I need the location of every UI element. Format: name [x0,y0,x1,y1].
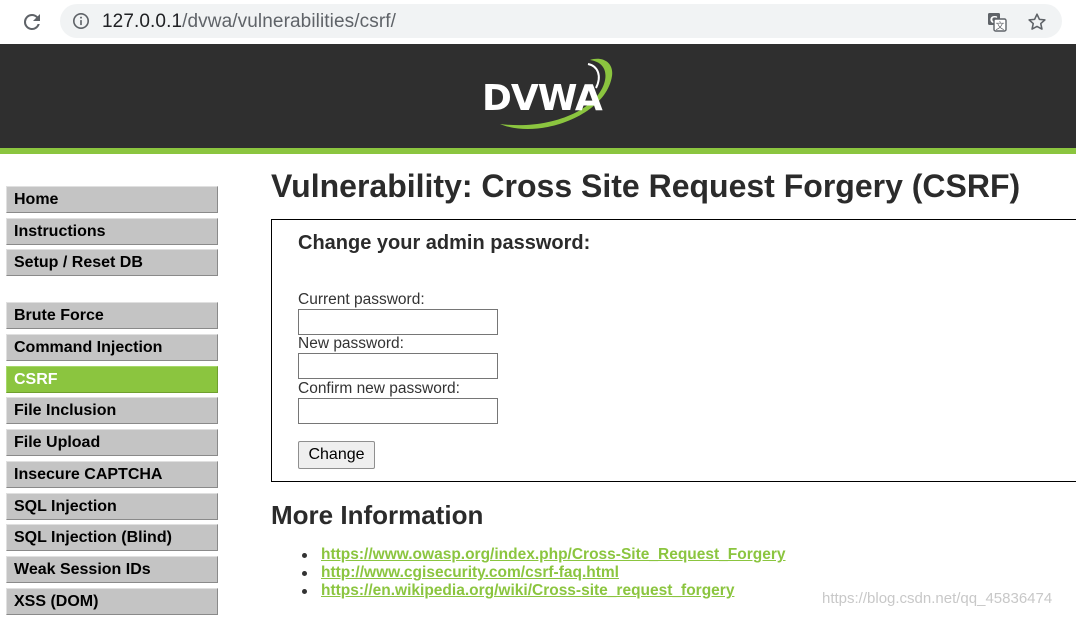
url-text[interactable]: 127.0.0.1/dvwa/vulnerabilities/csrf/ [102,11,396,33]
sidebar-item-instructions[interactable]: Instructions [6,218,218,245]
header-accent-bar [0,148,1076,154]
translate-icon[interactable]: G 文 [986,11,1008,33]
sidebar-item-sql-injection[interactable]: SQL Injection [6,493,218,520]
sidebar-item-file-inclusion[interactable]: File Inclusion [6,397,218,424]
new-password-input[interactable] [298,353,498,379]
current-password-label: Current password: [298,291,425,308]
confirm-password-label: Confirm new password: [298,380,460,397]
form-heading: Change your admin password: [298,232,591,254]
sidebar-item-brute-force[interactable]: Brute Force [6,302,218,329]
address-bar[interactable]: 127.0.0.1/dvwa/vulnerabilities/csrf/ G 文 [60,4,1062,38]
wikipedia-csrf-link[interactable]: https://en.wikipedia.org/wiki/Cross-site… [321,582,734,600]
current-password-input[interactable] [298,309,498,335]
sidebar-item-command-injection[interactable]: Command Injection [6,334,218,361]
bullet-icon [302,589,307,594]
sidebar-item-setup-reset-db[interactable]: Setup / Reset DB [6,249,218,276]
confirm-password-input[interactable] [298,398,498,424]
page-title: Vulnerability: Cross Site Request Forger… [271,168,1021,204]
svg-text:DVWA: DVWA [482,78,603,119]
url-path: /dvwa/vulnerabilities/csrf/ [182,11,397,32]
svg-text:文: 文 [995,20,1004,32]
bookmark-star-icon[interactable] [1026,11,1048,33]
new-password-label: New password: [298,335,404,352]
site-info-icon[interactable] [72,12,90,30]
more-info-heading: More Information [271,500,484,530]
url-host: 127.0.0.1 [102,11,183,32]
sidebar-item-sql-injection-blind[interactable]: SQL Injection (Blind) [6,524,218,551]
sidebar-item-insecure-captcha[interactable]: Insecure CAPTCHA [6,461,218,488]
sidebar-item-home[interactable]: Home [6,186,218,213]
bullet-icon [302,571,307,576]
csrf-form-box: Change your admin password: Current pass… [271,219,1076,482]
sidebar-item-xss-dom[interactable]: XSS (DOM) [6,588,218,615]
dvwa-logo[interactable]: DVWA [478,54,618,136]
browser-toolbar: 127.0.0.1/dvwa/vulnerabilities/csrf/ G 文 [0,0,1076,44]
sidebar-item-file-upload[interactable]: File Upload [6,429,218,456]
cgisecurity-csrf-faq-link[interactable]: http://www.cgisecurity.com/csrf-faq.html [321,564,619,582]
bullet-icon [302,553,307,558]
sidebar-item-weak-session-ids[interactable]: Weak Session IDs [6,556,218,583]
watermark: https://blog.csdn.net/qq_45836474 [822,590,1053,607]
sidebar-item-csrf[interactable]: CSRF [6,366,218,393]
reload-icon[interactable] [20,10,44,34]
owasp-csrf-link[interactable]: https://www.owasp.org/index.php/Cross-Si… [321,546,786,564]
change-button[interactable]: Change [298,441,375,469]
